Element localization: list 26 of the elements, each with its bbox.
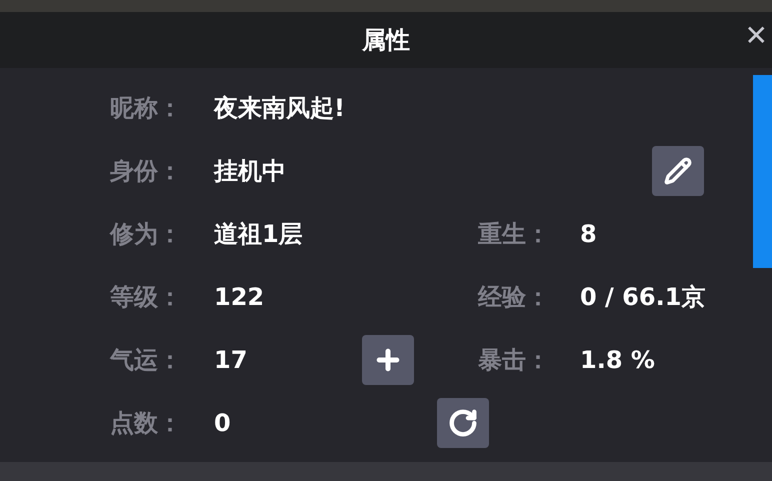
field-label: 经验： (478, 282, 551, 312)
edit-button[interactable] (652, 146, 704, 196)
pencil-icon (664, 156, 692, 184)
field-label: 昵称： (110, 92, 183, 124)
field-value: 1.8 % (580, 344, 655, 376)
field-label: 暴击： (478, 344, 551, 376)
field-value: 夜来南风起! (214, 92, 346, 124)
field-value: 0 / 66.1京 (580, 282, 706, 312)
refresh-button[interactable] (437, 398, 489, 448)
window-title: 属性 (362, 25, 410, 56)
field-label: 身份： (110, 156, 183, 186)
field-value: 17 (214, 344, 248, 376)
field-value: 122 (214, 282, 266, 312)
field-value: 道祖1层 (214, 218, 304, 250)
field-label: 气运： (110, 344, 183, 376)
field-label: 等级： (110, 282, 183, 312)
scrollbar[interactable] (753, 75, 772, 268)
field-label: 点数： (110, 408, 183, 438)
plus-button[interactable] (362, 334, 414, 384)
refresh-icon (448, 408, 478, 438)
field-label: 重生： (478, 218, 551, 250)
field-value: 8 (580, 218, 597, 250)
close-button[interactable]: ✕ (740, 22, 772, 50)
field-value: 0 (214, 408, 232, 438)
field-label: 修为： (110, 218, 183, 250)
field-value: 挂机中 (214, 156, 287, 186)
